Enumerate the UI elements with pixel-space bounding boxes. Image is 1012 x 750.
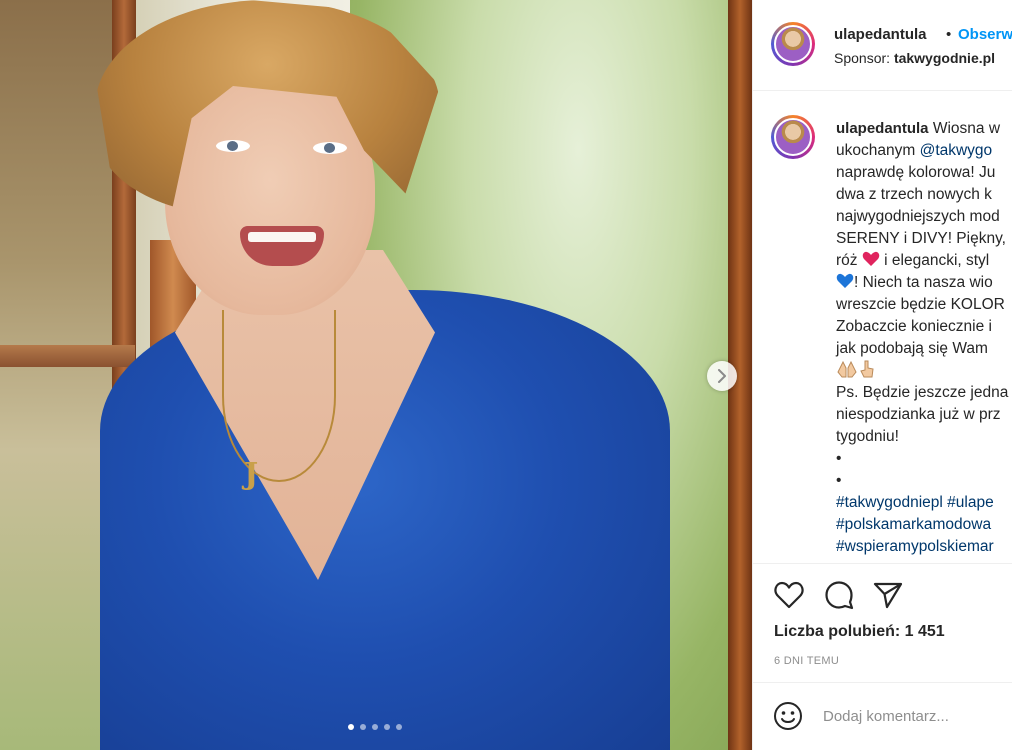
post-header: ulapedantula • Obserwuj Sponsor: takwygo… (753, 0, 1012, 91)
carousel-dot (396, 724, 402, 730)
smile-icon (774, 702, 802, 730)
caption-line: ! Niech ta nasza wio (854, 274, 993, 291)
post-photo[interactable]: J (0, 0, 752, 750)
comment-button[interactable] (822, 578, 856, 612)
carousel-dot (348, 724, 354, 730)
like-button[interactable] (772, 578, 806, 612)
post-actions: Liczba polubień: 1 451 6 DNI TEMU (753, 564, 1012, 683)
photo-eye-left (216, 140, 250, 152)
post-timestamp[interactable]: 6 DNI TEMU (774, 655, 839, 667)
hashtag-link[interactable]: #polskamarkamodowa (836, 514, 1012, 536)
caption-line: jak podobają się Wam (836, 340, 988, 357)
caption-author-avatar[interactable] (771, 115, 815, 159)
caption-scroll-area[interactable]: ulapedantula Wiosna w ukochanym @takwygo… (753, 91, 1012, 564)
comment-icon (825, 581, 854, 610)
caption-line: róż (836, 252, 862, 269)
carousel-indicator (348, 724, 402, 730)
photo-window-sill (0, 345, 135, 367)
caption-line: Wiosna w (928, 120, 1001, 137)
carousel-dot (360, 724, 366, 730)
caption-text: ulapedantula Wiosna w ukochanym @takwygo… (836, 118, 1012, 558)
caption-line: najwygodniejszych mod (836, 208, 1000, 225)
heart-icon (774, 581, 804, 609)
likes-count[interactable]: Liczba polubień: 1 451 (774, 623, 945, 641)
caption-line: Zobaczcie koniecznie i (836, 318, 992, 335)
send-icon (873, 582, 903, 609)
caption-line: naprawdę kolorowa! Ju (836, 164, 996, 181)
caption-line: niespodzianka już w prz (836, 406, 1001, 423)
hashtag-link[interactable]: #takwygodniepl #ulape (836, 492, 1012, 514)
follow-button[interactable]: Obserwuj (958, 26, 1012, 43)
photo-eye-right (313, 142, 347, 154)
caption-author[interactable]: ulapedantula (836, 120, 929, 137)
carousel-dot (372, 724, 378, 730)
carousel-dot (384, 724, 390, 730)
caption-line-rest: i elegancki, styl (879, 252, 990, 269)
sponsor-link[interactable]: takwygodnie.pl (894, 50, 995, 66)
sponsor-label: Sponsor: takwygodnie.pl (834, 50, 995, 66)
caption-line: ukochanym (836, 142, 920, 159)
caption-line: dwa z trzech nowych k (836, 186, 992, 203)
caption-line: wreszcie będzie KOLOR (836, 296, 1005, 313)
caption-line: SERENY i DIVY! Piękny, (836, 230, 1006, 247)
mention-link[interactable]: @takwygo (920, 142, 993, 159)
header-separator: • (946, 26, 952, 43)
next-slide-button[interactable] (707, 361, 737, 391)
chevron-right-icon (718, 369, 726, 383)
caption-line: Ps. Będzie jeszcze jedna (836, 384, 1009, 401)
comment-input[interactable] (823, 704, 1012, 728)
blue-heart-emoji-icon (836, 273, 854, 296)
author-avatar[interactable] (771, 22, 815, 66)
caption-bullet: • (836, 450, 842, 467)
photo-necklace (222, 310, 336, 482)
photo-pendant: J (244, 457, 259, 492)
heart-emoji-icon (862, 251, 880, 274)
caption-bullet: • (836, 472, 842, 489)
caption-line: tygodniu! (836, 428, 899, 445)
share-button[interactable] (871, 578, 905, 612)
post-sidebar: ulapedantula • Obserwuj Sponsor: takwygo… (752, 0, 1012, 750)
sponsor-prefix: Sponsor: (834, 50, 891, 66)
emoji-picker-button[interactable] (771, 699, 805, 733)
hashtag-link[interactable]: #wspieramypolskiemar (836, 536, 1012, 558)
comment-box (753, 683, 1012, 750)
author-username[interactable]: ulapedantula (834, 26, 927, 43)
